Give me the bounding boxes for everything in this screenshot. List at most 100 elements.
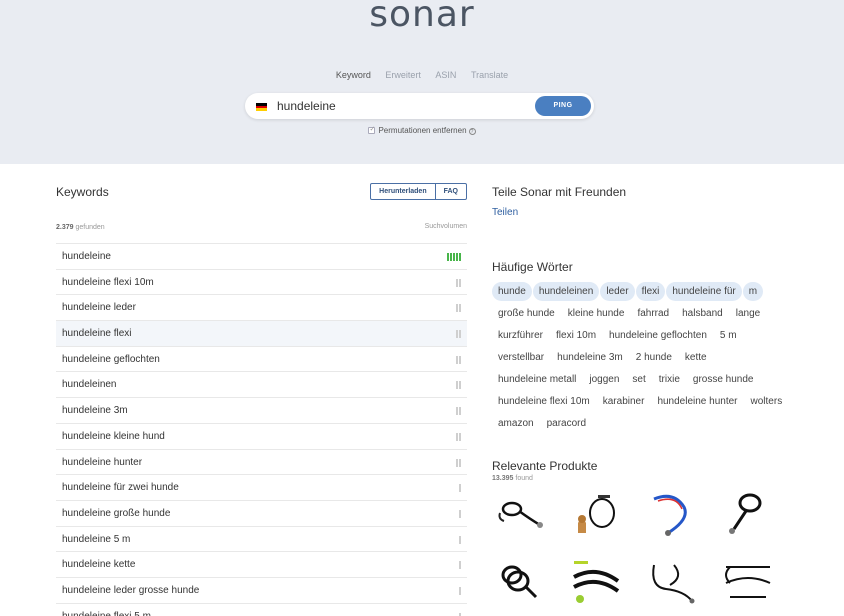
keyword-row[interactable]: hundeleine geflochten <box>56 345 467 372</box>
word-tag[interactable]: hundeleine flexi 10m <box>492 392 596 411</box>
search-volume-bars <box>459 586 461 595</box>
keyword-row[interactable]: hundeleine flexi <box>56 320 467 346</box>
search-volume-bars <box>459 535 461 544</box>
volume-bar <box>459 509 461 518</box>
word-tag[interactable]: hunde <box>492 282 532 301</box>
product-thumb-8[interactable] <box>720 557 776 607</box>
volume-bar <box>456 253 458 261</box>
keyword-text: hundeleine flexi 5 m <box>62 611 151 616</box>
word-tag[interactable]: set <box>626 370 651 389</box>
keyword-row[interactable]: hundeleine für zwei hunde <box>56 474 467 500</box>
word-tag[interactable]: große hunde <box>492 304 561 323</box>
word-tag[interactable]: flexi <box>635 282 666 301</box>
volume-bar <box>459 586 461 595</box>
search-volume-bars <box>459 484 461 493</box>
keyword-row[interactable]: hundeleine leder grosse hunde <box>56 576 467 603</box>
keyword-row[interactable]: hundeleine hunter <box>56 448 467 475</box>
word-tag[interactable]: hundeleine hunter <box>651 392 743 411</box>
product-thumb-6[interactable] <box>568 557 624 607</box>
product-thumb-2[interactable] <box>568 489 624 539</box>
help-icon[interactable]: ? <box>468 128 476 135</box>
search-volume-bars <box>459 612 461 616</box>
word-tag[interactable]: lange <box>730 304 766 323</box>
frequent-words-title: Häufige Wörter <box>492 260 573 274</box>
keyword-row[interactable]: hundeleine flexi 10m <box>56 268 467 295</box>
keyword-text: hundeleine große hunde <box>62 507 171 519</box>
volume-bar <box>459 407 461 416</box>
neon-green-trim-leash-icon <box>573 561 620 603</box>
product-thumb-4[interactable] <box>720 489 776 539</box>
word-tag[interactable]: wolters <box>745 392 789 411</box>
volume-bar <box>459 304 461 313</box>
share-title: Teile Sonar mit Freunden <box>492 185 627 199</box>
keyword-row[interactable]: hundeleine leder <box>56 294 467 320</box>
volume-bar <box>456 407 458 416</box>
keyword-count-value: 2.379 <box>56 224 74 231</box>
tab-asin[interactable]: ASIN <box>435 70 456 80</box>
word-tag[interactable]: hundeleinen <box>532 282 600 301</box>
tab-keyword[interactable]: Keyword <box>336 70 371 80</box>
word-tag[interactable]: m <box>742 282 764 301</box>
keywords-actions: Herunterladen FAQ <box>370 183 467 200</box>
search-volume-header: Suchvolumen <box>424 223 467 230</box>
permutations-checkbox[interactable] <box>368 125 376 134</box>
word-tag[interactable]: kurzführer <box>492 326 549 345</box>
word-tag[interactable]: amazon <box>492 414 540 433</box>
keyword-row[interactable]: hundeleinen <box>56 371 467 397</box>
word-tag[interactable]: 5 m <box>714 326 743 345</box>
product-thumb-3[interactable] <box>644 489 700 539</box>
word-tag[interactable]: karabiner <box>597 392 651 411</box>
black-coiled-leash-icon <box>498 501 543 528</box>
word-tag[interactable]: trixie <box>653 370 686 389</box>
word-tag[interactable]: hundeleine geflochten <box>603 326 713 345</box>
keyword-search-input[interactable] <box>277 97 517 115</box>
keyword-row[interactable]: hundeleine 3m <box>56 397 467 423</box>
keyword-row[interactable]: hundeleine <box>56 243 467 269</box>
word-tag[interactable]: flexi 10m <box>550 326 602 345</box>
keyword-row[interactable]: hundeleine 5 m <box>56 525 467 552</box>
products-count-value: 13.395 <box>492 475 514 482</box>
keyword-text: hundeleinen <box>62 379 117 391</box>
faq-button[interactable]: FAQ <box>434 184 466 199</box>
german-flag-icon[interactable] <box>256 103 267 111</box>
tab-translate[interactable]: Translate <box>471 70 508 80</box>
tab-erweitert[interactable]: Erweitert <box>385 70 421 80</box>
word-tag[interactable]: hundeleine metall <box>492 370 582 389</box>
volume-bar <box>453 253 455 261</box>
sonar-logo[interactable]: sonar <box>0 0 844 35</box>
product-thumb-1[interactable] <box>492 489 548 539</box>
word-tag[interactable]: hundeleine 3m <box>551 348 629 367</box>
word-tag[interactable]: hundeleine für <box>666 282 742 301</box>
product-thumb-5[interactable] <box>492 557 548 607</box>
keyword-row[interactable]: hundeleine große hunde <box>56 499 467 526</box>
blue-red-leash-icon <box>653 494 687 536</box>
word-tag[interactable]: kette <box>679 348 713 367</box>
word-tag[interactable]: halsband <box>676 304 729 323</box>
search-volume-bars <box>456 330 461 339</box>
word-tag[interactable]: verstellbar <box>492 348 550 367</box>
word-tag[interactable]: paracord <box>541 414 592 433</box>
permutations-label[interactable]: Permutationen entfernen <box>378 126 466 135</box>
keyword-row[interactable]: hundeleine flexi 5 m <box>56 602 467 616</box>
ping-button[interactable]: PING <box>535 96 591 116</box>
word-tag[interactable]: joggen <box>583 370 625 389</box>
volume-bar <box>447 253 449 261</box>
download-button[interactable]: Herunterladen <box>371 184 434 199</box>
word-tag[interactable]: fahrrad <box>631 304 675 323</box>
keyword-text: hundeleine kette <box>62 559 136 571</box>
product-thumb-7[interactable] <box>644 557 700 607</box>
leash-with-dog-icon <box>578 495 615 533</box>
keyword-row[interactable]: hundeleine kette <box>56 551 467 577</box>
search-volume-bars <box>459 561 461 570</box>
volume-bar <box>459 278 461 287</box>
search-volume-bars <box>456 458 461 467</box>
products-count-suffix: found <box>515 475 533 482</box>
keyword-row[interactable]: hundeleine kleine hund <box>56 422 467 449</box>
word-tag[interactable]: leder <box>600 282 635 301</box>
word-tag[interactable]: kleine hunde <box>562 304 631 323</box>
word-tag[interactable]: 2 hunde <box>630 348 678 367</box>
word-tag[interactable]: grosse hunde <box>687 370 760 389</box>
share-link[interactable]: Teilen <box>492 207 518 218</box>
search-header: sonar Keyword Erweitert ASIN Translate P… <box>0 0 844 164</box>
search-volume-bars <box>456 432 461 441</box>
